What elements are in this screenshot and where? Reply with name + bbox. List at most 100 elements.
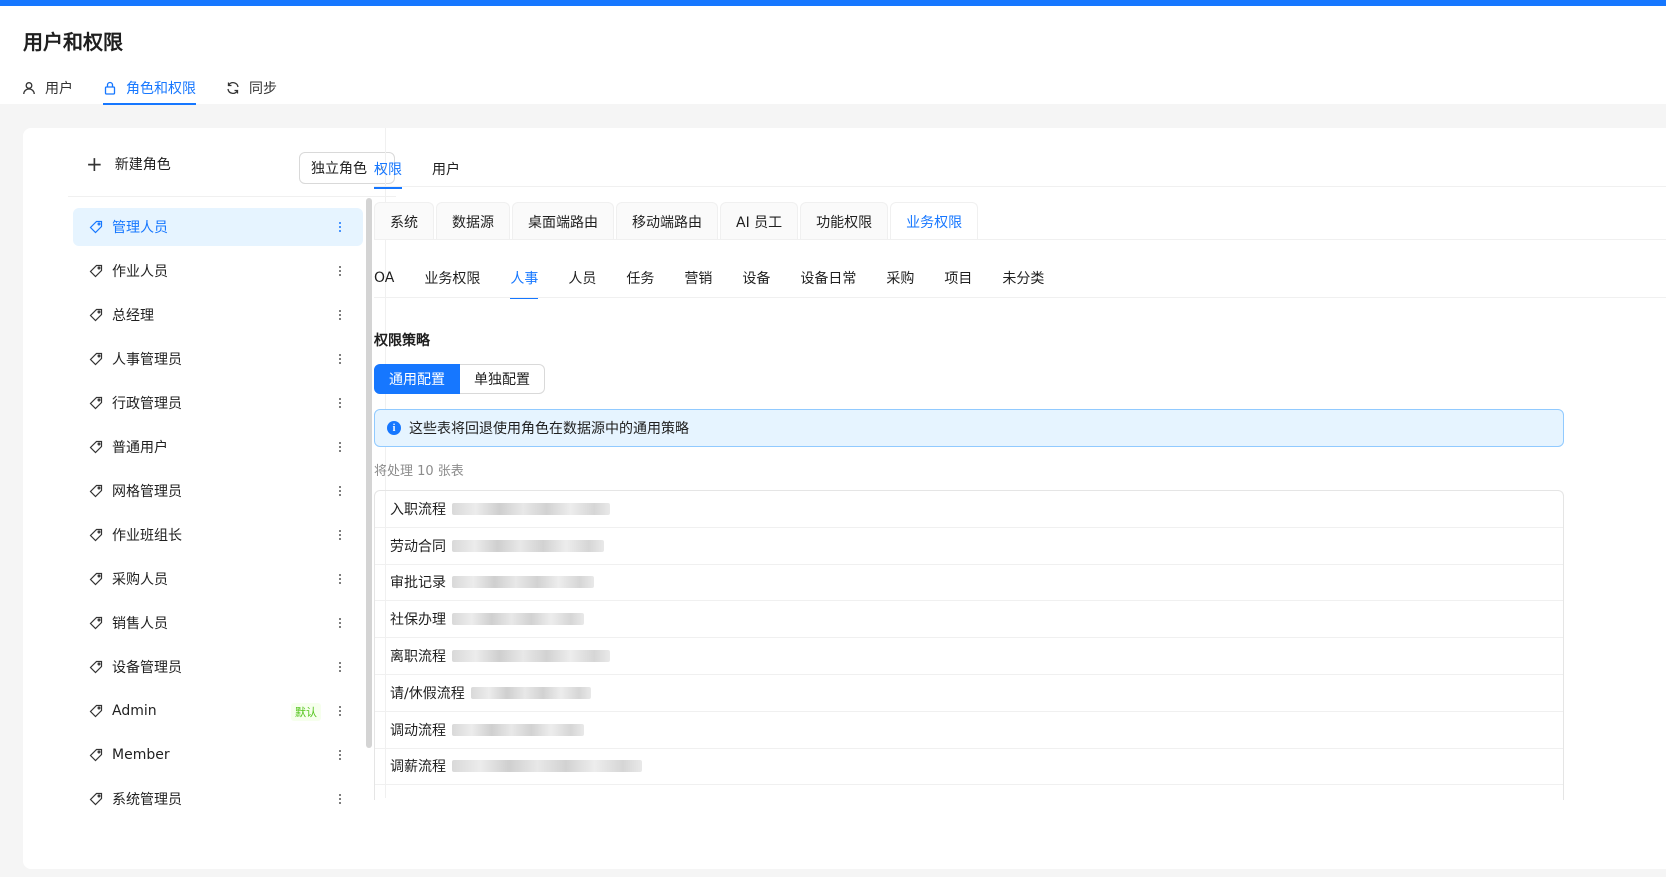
role-item[interactable]: 网格管理员 — [73, 472, 363, 510]
role-item[interactable]: 行政管理员 — [73, 384, 363, 422]
roles-panel: + 新建角色 独立角色 管理人员 作业人员 总经理 人事管理员 行政管理员 普通… — [46, 128, 396, 869]
role-item[interactable]: 普通用户 — [73, 428, 363, 466]
role-item[interactable]: Member — [73, 736, 363, 774]
tag-icon — [89, 660, 103, 674]
divider — [374, 239, 1666, 240]
config-mode-segmented: 通用配置 单独配置 — [374, 364, 545, 394]
more-vertical-icon[interactable] — [333, 217, 347, 237]
role-item[interactable]: Admin 默认 — [73, 692, 363, 730]
tab-sync[interactable]: 同步 — [226, 72, 277, 104]
divider — [374, 186, 1666, 187]
tag-icon — [89, 264, 103, 278]
individual-config-button[interactable]: 单独配置 — [460, 364, 545, 394]
tab-category-hr[interactable]: 人事 — [510, 258, 539, 299]
new-role-button[interactable]: + 新建角色 — [86, 154, 171, 174]
more-vertical-icon[interactable] — [333, 261, 347, 281]
table-name: 社保办理 — [390, 612, 446, 629]
tab-desktop-routes[interactable]: 桌面端路由 — [512, 202, 614, 240]
tab-users[interactable]: 用户 — [22, 72, 73, 104]
info-alert: i 这些表将回退使用角色在数据源中的通用策略 — [374, 409, 1564, 447]
tab-system[interactable]: 系统 — [374, 202, 434, 240]
list-item[interactable]: 请/休假流程 — [375, 675, 1563, 712]
more-vertical-icon[interactable] — [333, 613, 347, 633]
tab-category-tasks[interactable]: 任务 — [626, 258, 654, 298]
lock-icon — [103, 81, 117, 95]
role-label: Admin — [112, 703, 157, 719]
tab-ai-employees[interactable]: AI 员工 — [720, 202, 799, 240]
list-item[interactable]: 社保办理 — [375, 601, 1563, 639]
tag-icon — [89, 528, 103, 542]
more-vertical-icon[interactable] — [333, 437, 347, 457]
more-vertical-icon[interactable] — [333, 349, 347, 369]
role-item[interactable]: 管理人员 — [73, 208, 363, 246]
role-item[interactable]: 作业班组长 — [73, 516, 363, 554]
more-vertical-icon[interactable] — [333, 789, 347, 809]
more-vertical-icon[interactable] — [333, 305, 347, 325]
role-item[interactable]: 系统管理员 — [73, 780, 363, 818]
tab-business-permissions[interactable]: 业务权限 — [890, 202, 979, 240]
more-vertical-icon[interactable] — [333, 657, 347, 677]
permission-type-tabs: 系统 数据源 桌面端路由 移动端路由 AI 员工 功能权限 业务权限 — [374, 202, 980, 240]
blurred-table-id — [452, 760, 642, 773]
list-item[interactable]: 离职流程 — [375, 638, 1563, 675]
list-item[interactable]: 审批记录 — [375, 565, 1563, 602]
list-item[interactable]: 调动流程 — [375, 712, 1563, 749]
role-item[interactable]: 采购人员 — [73, 560, 363, 598]
role-label: 管理人员 — [112, 220, 168, 236]
role-label: 系统管理员 — [112, 792, 182, 808]
permissions-panel: 权限 用户 系统 数据源 桌面端路由 移动端路由 AI 员工 功能权限 业务权限… — [374, 128, 1666, 869]
role-item[interactable]: 销售人员 — [73, 604, 363, 642]
tab-category-personnel[interactable]: 人员 — [568, 258, 596, 298]
tab-permissions[interactable]: 权限 — [374, 150, 402, 189]
role-label: 作业班组长 — [112, 528, 182, 544]
more-vertical-icon[interactable] — [333, 701, 347, 721]
tab-category-equipment-daily[interactable]: 设备日常 — [800, 258, 856, 298]
tab-category-procurement[interactable]: 采购 — [886, 258, 914, 298]
sub-tabs: 权限 用户 — [374, 150, 490, 189]
role-list-scrollbar[interactable] — [366, 198, 372, 748]
tag-icon — [89, 748, 103, 762]
role-label: 作业人员 — [112, 264, 168, 280]
info-icon: i — [387, 421, 401, 435]
tab-category-uncategorized[interactable]: 未分类 — [1002, 258, 1044, 298]
list-item[interactable]: 劳动合同 — [375, 528, 1563, 565]
role-label: 采购人员 — [112, 572, 168, 588]
table-name: 离职流程 — [390, 649, 446, 666]
more-vertical-icon[interactable] — [333, 393, 347, 413]
more-vertical-icon[interactable] — [333, 569, 347, 589]
tab-mobile-routes[interactable]: 移动端路由 — [616, 202, 718, 240]
general-config-button[interactable]: 通用配置 — [374, 364, 460, 394]
content-card: + 新建角色 独立角色 管理人员 作业人员 总经理 人事管理员 行政管理员 普通… — [23, 128, 1666, 869]
tab-category-oa[interactable]: OA — [374, 258, 394, 298]
category-tabs: OA 业务权限 人事 人员 任务 营销 设备 设备日常 采购 项目 未分类 — [374, 258, 1074, 299]
blurred-table-id — [452, 723, 584, 736]
tab-data-source[interactable]: 数据源 — [436, 202, 510, 240]
tab-category-marketing[interactable]: 营销 — [684, 258, 712, 298]
list-item[interactable]: 入职流程 — [375, 491, 1563, 528]
tab-category-business[interactable]: 业务权限 — [424, 258, 480, 298]
tab-roles-permissions[interactable]: 角色和权限 — [103, 72, 196, 105]
role-item[interactable]: 总经理 — [73, 296, 363, 334]
page-title: 用户和权限 — [23, 30, 123, 54]
role-mode-value: 独立角色 — [311, 161, 367, 177]
more-vertical-icon[interactable] — [333, 525, 347, 545]
blurred-table-id — [452, 613, 584, 626]
role-item[interactable]: 作业人员 — [73, 252, 363, 290]
main-tabs: 用户 角色和权限 同步 — [22, 72, 307, 105]
role-item[interactable]: 人事管理员 — [73, 340, 363, 378]
more-vertical-icon[interactable] — [333, 745, 347, 765]
more-vertical-icon[interactable] — [333, 481, 347, 501]
role-list: 管理人员 作业人员 总经理 人事管理员 行政管理员 普通用户 网格管理员 作业班… — [73, 208, 363, 824]
table-name: 调薪流程 — [390, 759, 446, 776]
tab-role-users[interactable]: 用户 — [432, 150, 460, 188]
tag-icon — [89, 704, 103, 718]
tag-icon — [89, 616, 103, 630]
tab-function-permissions[interactable]: 功能权限 — [800, 202, 889, 240]
list-item[interactable]: 调薪流程 — [375, 749, 1563, 786]
role-item[interactable]: 设备管理员 — [73, 648, 363, 686]
tab-category-equipment[interactable]: 设备 — [742, 258, 770, 298]
tag-icon — [89, 220, 103, 234]
tag-icon — [89, 352, 103, 366]
tab-category-projects[interactable]: 项目 — [944, 258, 972, 298]
table-name: 审批记录 — [390, 575, 446, 592]
